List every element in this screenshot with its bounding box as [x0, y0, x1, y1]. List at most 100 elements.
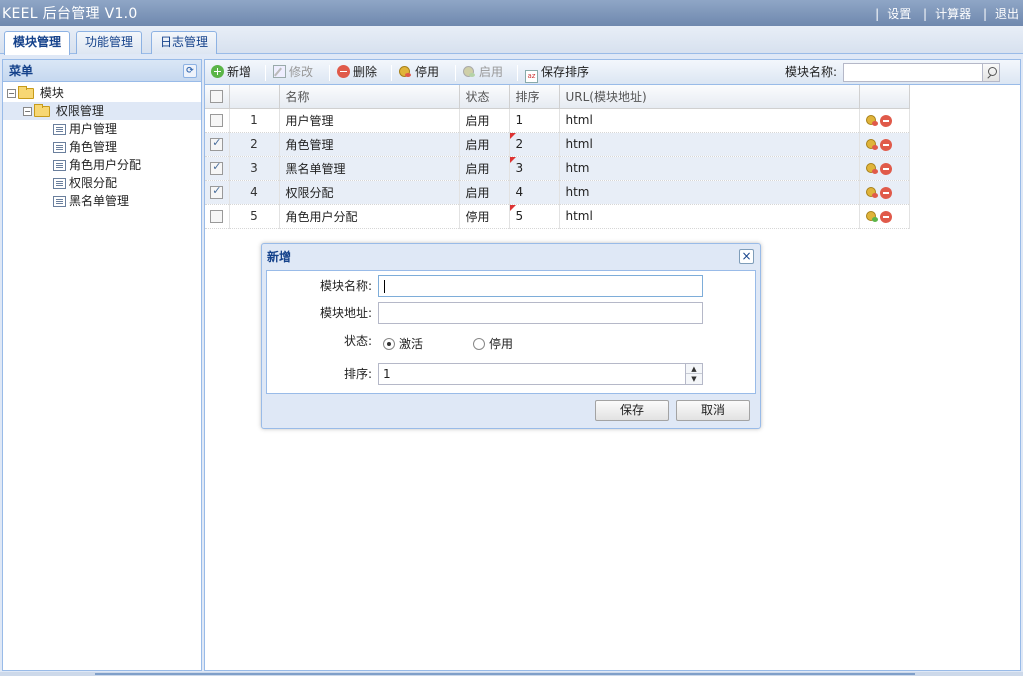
order-spinner[interactable]: ▲ ▼: [685, 364, 702, 384]
sidebar-header: 菜单 ⟳: [3, 60, 201, 82]
tab-module-management[interactable]: 模块管理: [4, 31, 71, 55]
collapse-toggle-icon[interactable]: −: [23, 107, 32, 116]
cell-status: 启用: [459, 180, 510, 205]
cell-name: 角色管理: [279, 132, 460, 157]
key-disable-icon: [399, 65, 412, 78]
row-number: 4: [229, 180, 280, 205]
row-number-header: [229, 85, 280, 109]
order-number-input[interactable]: 1 ▲ ▼: [378, 363, 703, 385]
table-row[interactable]: 1 用户管理 启用 1 html: [205, 108, 910, 133]
row-checkbox[interactable]: [210, 160, 224, 175]
module-url-input[interactable]: [378, 302, 703, 324]
column-header-url[interactable]: URL(模块地址): [559, 85, 860, 109]
save-button[interactable]: 保存: [595, 400, 669, 421]
disable-icon[interactable]: [865, 114, 879, 127]
tree-leaf-user[interactable]: 用户管理: [3, 120, 201, 138]
row-number: 3: [229, 156, 280, 181]
row-number: 1: [229, 108, 280, 133]
delete-button[interactable]: 删除: [337, 64, 377, 81]
disable-icon[interactable]: [865, 186, 879, 199]
cell-order[interactable]: 5: [509, 204, 560, 229]
cancel-button[interactable]: 取消: [676, 400, 750, 421]
tree-node-permission[interactable]: − 权限管理: [3, 102, 201, 120]
enable-icon[interactable]: [865, 210, 879, 223]
module-name-input[interactable]: [378, 275, 703, 297]
column-header-order[interactable]: 排序: [509, 85, 560, 109]
table-row[interactable]: 3 黑名单管理 启用 3 htm: [205, 156, 910, 181]
dialog-form: 模块名称: 模块地址: 状态: 激活 停用 排序: 1 ▲ ▼: [266, 270, 756, 394]
radio-icon[interactable]: [473, 338, 485, 350]
dialog-title: 新增: [267, 250, 292, 264]
collapse-toggle-icon[interactable]: −: [7, 89, 16, 98]
module-url-label: 模块地址:: [319, 306, 372, 320]
tree-leaf-label: 角色用户分配: [69, 158, 142, 172]
delete-icon[interactable]: [879, 210, 892, 223]
row-checkbox[interactable]: [210, 136, 224, 151]
add-button[interactable]: 新增: [211, 64, 251, 81]
delete-icon[interactable]: [879, 186, 892, 199]
page-icon: [53, 178, 66, 189]
module-grid: 名称 状态 排序 URL(模块地址) 1 用户管理 启用 1 html 2 角色…: [205, 85, 910, 229]
sidebar-title: 菜单: [9, 64, 34, 78]
delete-icon[interactable]: [879, 114, 892, 127]
radio-selected-icon[interactable]: [383, 338, 395, 350]
cell-url: html: [559, 132, 860, 157]
tab-function-management[interactable]: 功能管理: [76, 31, 143, 54]
calculator-link[interactable]: 计算器: [935, 7, 971, 21]
delete-icon[interactable]: [879, 162, 892, 175]
menu-tree: − 模块 − 权限管理 用户管理 角色管理 角色用户分配 权限分配 黑名单管理: [3, 82, 201, 210]
tree-leaf-label: 角色管理: [69, 140, 118, 154]
status-radio-disabled[interactable]: 停用: [473, 336, 513, 352]
checkbox[interactable]: [210, 90, 224, 104]
tree-leaf-label: 黑名单管理: [69, 194, 130, 208]
logout-link[interactable]: 退出: [995, 7, 1019, 21]
row-checkbox[interactable]: [210, 114, 224, 127]
table-row[interactable]: 4 权限分配 启用 4 htm: [205, 180, 910, 205]
save-order-button[interactable]: az 保存排序: [525, 64, 589, 83]
disable-button[interactable]: 停用: [399, 64, 439, 81]
refresh-icon[interactable]: ⟳: [183, 64, 197, 78]
status-radio-active[interactable]: 激活: [383, 336, 423, 352]
tree-leaf-role-user[interactable]: 角色用户分配: [3, 156, 201, 174]
row-checkbox[interactable]: [210, 210, 224, 223]
cell-status: 启用: [459, 156, 510, 181]
bottom-scrollbar[interactable]: [0, 672, 1023, 676]
delete-icon: [337, 65, 350, 78]
cell-order[interactable]: 4: [509, 180, 560, 205]
tree-leaf-blacklist[interactable]: 黑名单管理: [3, 192, 201, 210]
cell-order[interactable]: 3: [509, 156, 560, 181]
tab-log-management[interactable]: 日志管理: [151, 31, 218, 54]
tree-leaf-permission-assign[interactable]: 权限分配: [3, 174, 201, 192]
key-enable-icon: [463, 65, 476, 78]
module-name-search-input[interactable]: [843, 63, 986, 82]
row-actions: [859, 156, 910, 181]
disable-icon[interactable]: [865, 162, 879, 175]
row-actions: [859, 180, 910, 205]
edit-button[interactable]: 修改: [273, 64, 313, 81]
cell-order[interactable]: 1: [509, 108, 560, 133]
table-row[interactable]: 5 角色用户分配 停用 5 html: [205, 204, 910, 229]
close-icon[interactable]: ×: [739, 249, 754, 264]
tree-leaf-label: 权限分配: [69, 176, 118, 190]
delete-icon[interactable]: [879, 138, 892, 151]
spinner-down-icon[interactable]: ▼: [686, 374, 702, 384]
row-number: 5: [229, 204, 280, 229]
page-icon: [53, 142, 66, 153]
table-row[interactable]: 2 角色管理 启用 2 html: [205, 132, 910, 157]
cell-name: 角色用户分配: [279, 204, 460, 229]
tree-leaf-role[interactable]: 角色管理: [3, 138, 201, 156]
tree-node-module[interactable]: − 模块: [3, 84, 201, 102]
main-tabs: 模块管理 功能管理 日志管理: [0, 26, 1023, 55]
column-header-status[interactable]: 状态: [459, 85, 510, 109]
tree-node-label: 权限管理: [55, 104, 104, 118]
spinner-up-icon[interactable]: ▲: [686, 364, 702, 374]
row-checkbox[interactable]: [210, 184, 224, 199]
search-icon[interactable]: [982, 63, 1000, 82]
enable-button[interactable]: 启用: [463, 64, 503, 81]
row-actions: [859, 204, 910, 229]
disable-icon[interactable]: [865, 138, 879, 151]
cell-order[interactable]: 2: [509, 132, 560, 157]
settings-link[interactable]: 设置: [887, 7, 911, 21]
column-header-name[interactable]: 名称: [279, 85, 460, 109]
select-all-checkbox[interactable]: [205, 85, 230, 109]
